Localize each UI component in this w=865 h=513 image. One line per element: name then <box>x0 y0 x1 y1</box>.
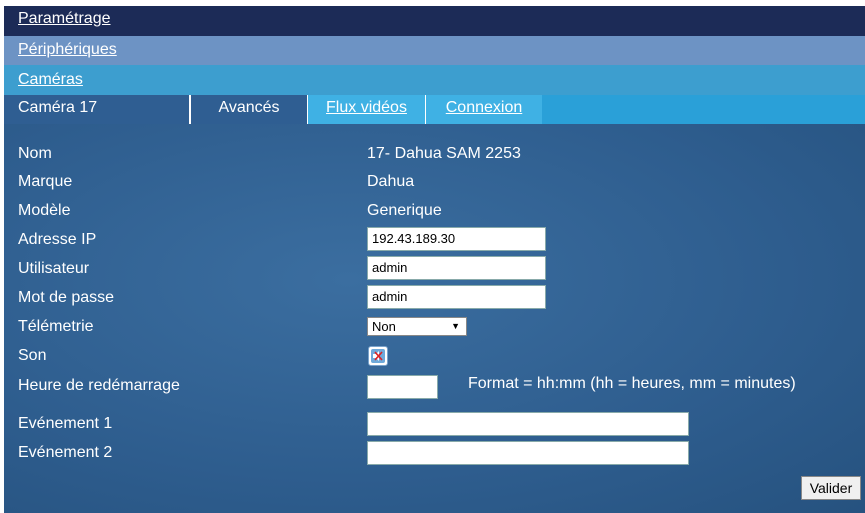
event1-label: Evénement 1 <box>18 415 113 432</box>
sound-toggle-button[interactable] <box>368 346 388 366</box>
modele-value: Generique <box>367 202 442 219</box>
user-input[interactable]: admin <box>367 256 546 280</box>
password-input[interactable]: admin <box>367 285 546 309</box>
nom-label: Nom <box>18 145 52 162</box>
event2-input[interactable] <box>367 441 689 465</box>
format-hint: Format = hh:mm (hh = heures, mm = minute… <box>468 375 796 392</box>
sound-muted-icon <box>371 349 385 363</box>
camera-settings-app: Paramétrage Périphériques Caméras Caméra… <box>4 0 865 513</box>
nav-cameras-link[interactable]: Caméras <box>18 71 83 88</box>
marque-label: Marque <box>18 173 73 190</box>
nav-peripheriques-link[interactable]: Périphériques <box>18 41 117 58</box>
user-label: Utilisateur <box>18 260 90 277</box>
ip-label: Adresse IP <box>18 231 97 248</box>
nav-parametrage[interactable]: Paramétrage <box>4 6 865 36</box>
nav-peripheriques[interactable]: Périphériques <box>4 36 865 65</box>
event1-input[interactable] <box>367 412 689 436</box>
marque-value: Dahua <box>367 173 415 190</box>
reboot-time-input[interactable] <box>367 375 438 399</box>
chevron-down-icon: ▼ <box>451 321 460 331</box>
tab-connexion[interactable]: Connexion <box>425 95 542 124</box>
nav-cameras[interactable]: Caméras <box>4 65 865 95</box>
modele-label: Modèle <box>18 202 71 219</box>
settings-panel: Nom 17- Dahua SAM 2253 Marque Dahua Modè… <box>4 124 865 513</box>
tab-avances[interactable]: Avancés <box>191 95 307 124</box>
event2-label: Evénement 2 <box>18 444 113 461</box>
nom-value: 17- Dahua SAM 2253 <box>367 145 521 162</box>
nav-parametrage-link[interactable]: Paramétrage <box>18 10 111 27</box>
password-label: Mot de passe <box>18 289 115 306</box>
camera-title: Caméra 17 <box>4 95 191 124</box>
ip-input[interactable]: 192.43.189.30 <box>367 227 546 251</box>
reboot-label: Heure de redémarrage <box>18 377 180 394</box>
sound-muted-icon-graphic <box>373 351 383 361</box>
telemetrie-selected-value: Non <box>372 319 396 334</box>
son-label: Son <box>18 347 47 364</box>
tab-flux-videos[interactable]: Flux vidéos <box>307 95 425 124</box>
telemetrie-label: Télémetrie <box>18 318 94 335</box>
valider-button[interactable]: Valider <box>801 476 861 500</box>
tab-bar: Caméra 17 Avancés Flux vidéos Connexion <box>4 95 865 124</box>
telemetrie-select[interactable]: Non ▼ <box>367 317 467 336</box>
